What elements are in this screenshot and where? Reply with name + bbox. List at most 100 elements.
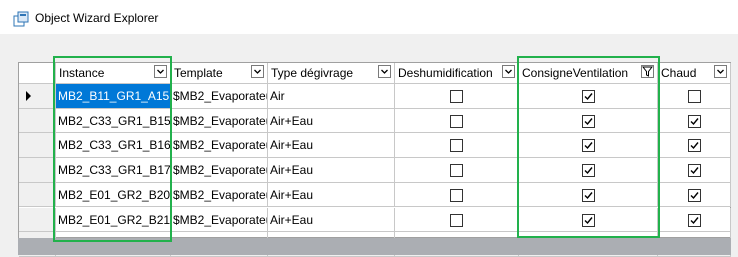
checkbox-checked[interactable] (582, 90, 595, 103)
checkbox-checked[interactable] (688, 188, 701, 202)
column-header-label: Type dégivrage (271, 66, 354, 80)
cell-consigne[interactable] (519, 84, 658, 109)
column-header-deshum[interactable]: Deshumidification (395, 63, 519, 84)
row-selector[interactable] (19, 182, 56, 208)
cell-text: Air+Eau (270, 187, 314, 202)
checkbox-unchecked[interactable] (450, 164, 463, 178)
cell-chaud[interactable] (658, 182, 731, 208)
current-row-arrow-icon (26, 91, 31, 101)
column-header-label: ConsigneVentilation (522, 66, 629, 80)
cell-consigne[interactable] (519, 108, 658, 134)
cell-type[interactable]: Air+Eau (268, 207, 395, 233)
column-header-label: Instance (59, 66, 105, 80)
chevron-down-icon[interactable] (154, 65, 167, 78)
cell-deshum[interactable] (395, 182, 519, 208)
cell-text: MB2_E01_GR2_B21 (58, 212, 171, 227)
cell-instance[interactable]: MB2_C33_GR1_B15 (56, 108, 171, 134)
cell-template[interactable]: $MB2_Evaporateur (171, 108, 268, 134)
column-header-consigne[interactable]: ConsigneVentilation (519, 63, 658, 84)
cell-instance[interactable]: MB2_E01_GR2_B21 (56, 207, 171, 233)
column-header-type[interactable]: Type dégivrage (268, 63, 395, 84)
chevron-down-icon[interactable] (251, 65, 264, 78)
window-title: Object Wizard Explorer (35, 11, 159, 25)
column-header-instance[interactable]: Instance (56, 63, 171, 84)
cell-type[interactable]: Air+Eau (268, 108, 395, 134)
checkbox-checked[interactable] (688, 139, 701, 153)
checkbox-unchecked[interactable] (450, 114, 463, 128)
cell-deshum[interactable] (395, 84, 519, 109)
cell-consigne[interactable] (519, 158, 658, 183)
column-header-label: Template (174, 66, 223, 80)
cell-template[interactable]: $MB2_Evaporateur (171, 158, 268, 183)
cell-type[interactable]: Air (268, 84, 395, 109)
cell-template[interactable]: $MB2_Evaporateur (171, 182, 268, 208)
cell-text: $MB2_Evaporateur (173, 187, 268, 202)
data-grid[interactable]: Instance Template Type dégivrage Deshumidif… (18, 62, 731, 257)
checkbox-unchecked[interactable] (450, 188, 463, 202)
chevron-down-icon[interactable] (378, 65, 391, 78)
cell-consigne[interactable] (519, 133, 658, 159)
row-selector[interactable] (19, 108, 56, 134)
checkbox-unchecked[interactable] (688, 90, 701, 103)
cell-text: $MB2_Evaporateur (173, 89, 268, 103)
column-header-template[interactable]: Template (171, 63, 268, 84)
cell-text: MB2_C33_GR1_B16 (58, 138, 171, 153)
checkbox-checked[interactable] (582, 213, 595, 227)
header-corner (19, 63, 56, 84)
cell-instance[interactable]: MB2_C33_GR1_B17 (56, 158, 171, 183)
cell-chaud[interactable] (658, 108, 731, 134)
cell-text: $MB2_Evaporateur (173, 212, 268, 227)
checkbox-checked[interactable] (688, 213, 701, 227)
cell-template[interactable]: $MB2_Evaporateur (171, 207, 268, 233)
cell-deshum[interactable] (395, 133, 519, 159)
chevron-down-icon[interactable] (502, 65, 515, 78)
cell-consigne[interactable] (519, 207, 658, 233)
checkbox-checked[interactable] (688, 114, 701, 128)
cell-template[interactable]: $MB2_Evaporateur (171, 84, 268, 109)
cell-deshum[interactable] (395, 207, 519, 233)
cell-type[interactable]: Air+Eau (268, 182, 395, 208)
cell-chaud[interactable] (658, 133, 731, 159)
checkbox-unchecked[interactable] (450, 139, 463, 153)
cell-instance[interactable]: MB2_E01_GR2_B20 (56, 182, 171, 208)
cell-text: MB2_B11_GR1_A15 (58, 89, 170, 103)
cell-instance[interactable]: MB2_C33_GR1_B16 (56, 133, 171, 159)
cell-deshum[interactable] (395, 108, 519, 134)
cell-deshum[interactable] (395, 158, 519, 183)
cell-consigne[interactable] (519, 182, 658, 208)
cell-text: Air+Eau (270, 138, 314, 153)
row-selector[interactable] (19, 158, 56, 183)
grid-empty-area (18, 238, 731, 255)
chevron-down-icon[interactable] (714, 65, 727, 78)
checkbox-checked[interactable] (582, 164, 595, 178)
checkbox-unchecked[interactable] (450, 213, 463, 227)
checkbox-unchecked[interactable] (450, 90, 463, 103)
cell-text: $MB2_Evaporateur (173, 113, 268, 128)
app-icon (13, 11, 29, 27)
cell-instance[interactable]: MB2_B11_GR1_A15 (56, 84, 171, 109)
row-selector[interactable] (19, 133, 56, 159)
cell-text: Air+Eau (270, 163, 314, 178)
cell-type[interactable]: Air+Eau (268, 158, 395, 183)
filter-funnel-icon[interactable] (641, 65, 654, 78)
cell-type[interactable]: Air+Eau (268, 133, 395, 159)
checkbox-checked[interactable] (582, 139, 595, 153)
checkbox-checked[interactable] (582, 188, 595, 202)
cell-chaud[interactable] (658, 207, 731, 233)
title-bar: Object Wizard Explorer (0, 0, 738, 34)
cell-text: MB2_C33_GR1_B17 (58, 163, 171, 178)
cell-chaud[interactable] (658, 84, 731, 109)
checkbox-checked[interactable] (582, 114, 595, 128)
cell-template[interactable]: $MB2_Evaporateur (171, 133, 268, 159)
cell-text: Air+Eau (270, 113, 314, 128)
column-header-label: Deshumidification (398, 66, 493, 80)
cell-text: MB2_C33_GR1_B15 (58, 113, 171, 128)
column-header-label: Chaud (661, 66, 697, 80)
row-selector[interactable] (19, 84, 56, 109)
cell-chaud[interactable] (658, 158, 731, 183)
cell-text: $MB2_Evaporateur (173, 138, 268, 153)
cell-text: Air+Eau (270, 212, 314, 227)
checkbox-checked[interactable] (688, 164, 701, 178)
column-header-chaud[interactable]: Chaud (658, 63, 731, 84)
row-selector[interactable] (19, 207, 56, 233)
